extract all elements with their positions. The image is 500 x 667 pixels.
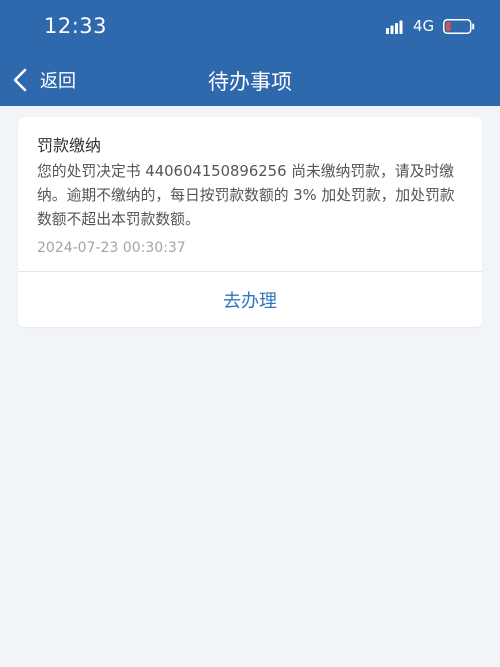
status-bar: 12:33 4G <box>0 0 500 54</box>
battery-icon <box>443 19 475 34</box>
nav-bar: 返回 待办事项 <box>0 54 500 106</box>
todo-card: 罚款缴纳 您的处罚决定书 440604150896256 尚未缴纳罚款，请及时缴… <box>18 117 482 327</box>
todo-title: 罚款缴纳 <box>37 136 102 155</box>
todo-message: 您的处罚决定书 440604150896256 尚未缴纳罚款，请及时缴纳。逾期不… <box>37 163 455 228</box>
signal-icon <box>386 20 403 34</box>
network-label: 4G <box>413 17 435 35</box>
handle-now-button[interactable]: 去办理 <box>18 272 482 327</box>
page-title: 待办事项 <box>208 70 292 94</box>
todo-timestamp: 2024-07-23 00:30:37 <box>37 240 186 256</box>
header: 12:33 4G 返回 待办事项 <box>0 0 500 106</box>
status-time: 12:33 <box>44 14 108 38</box>
